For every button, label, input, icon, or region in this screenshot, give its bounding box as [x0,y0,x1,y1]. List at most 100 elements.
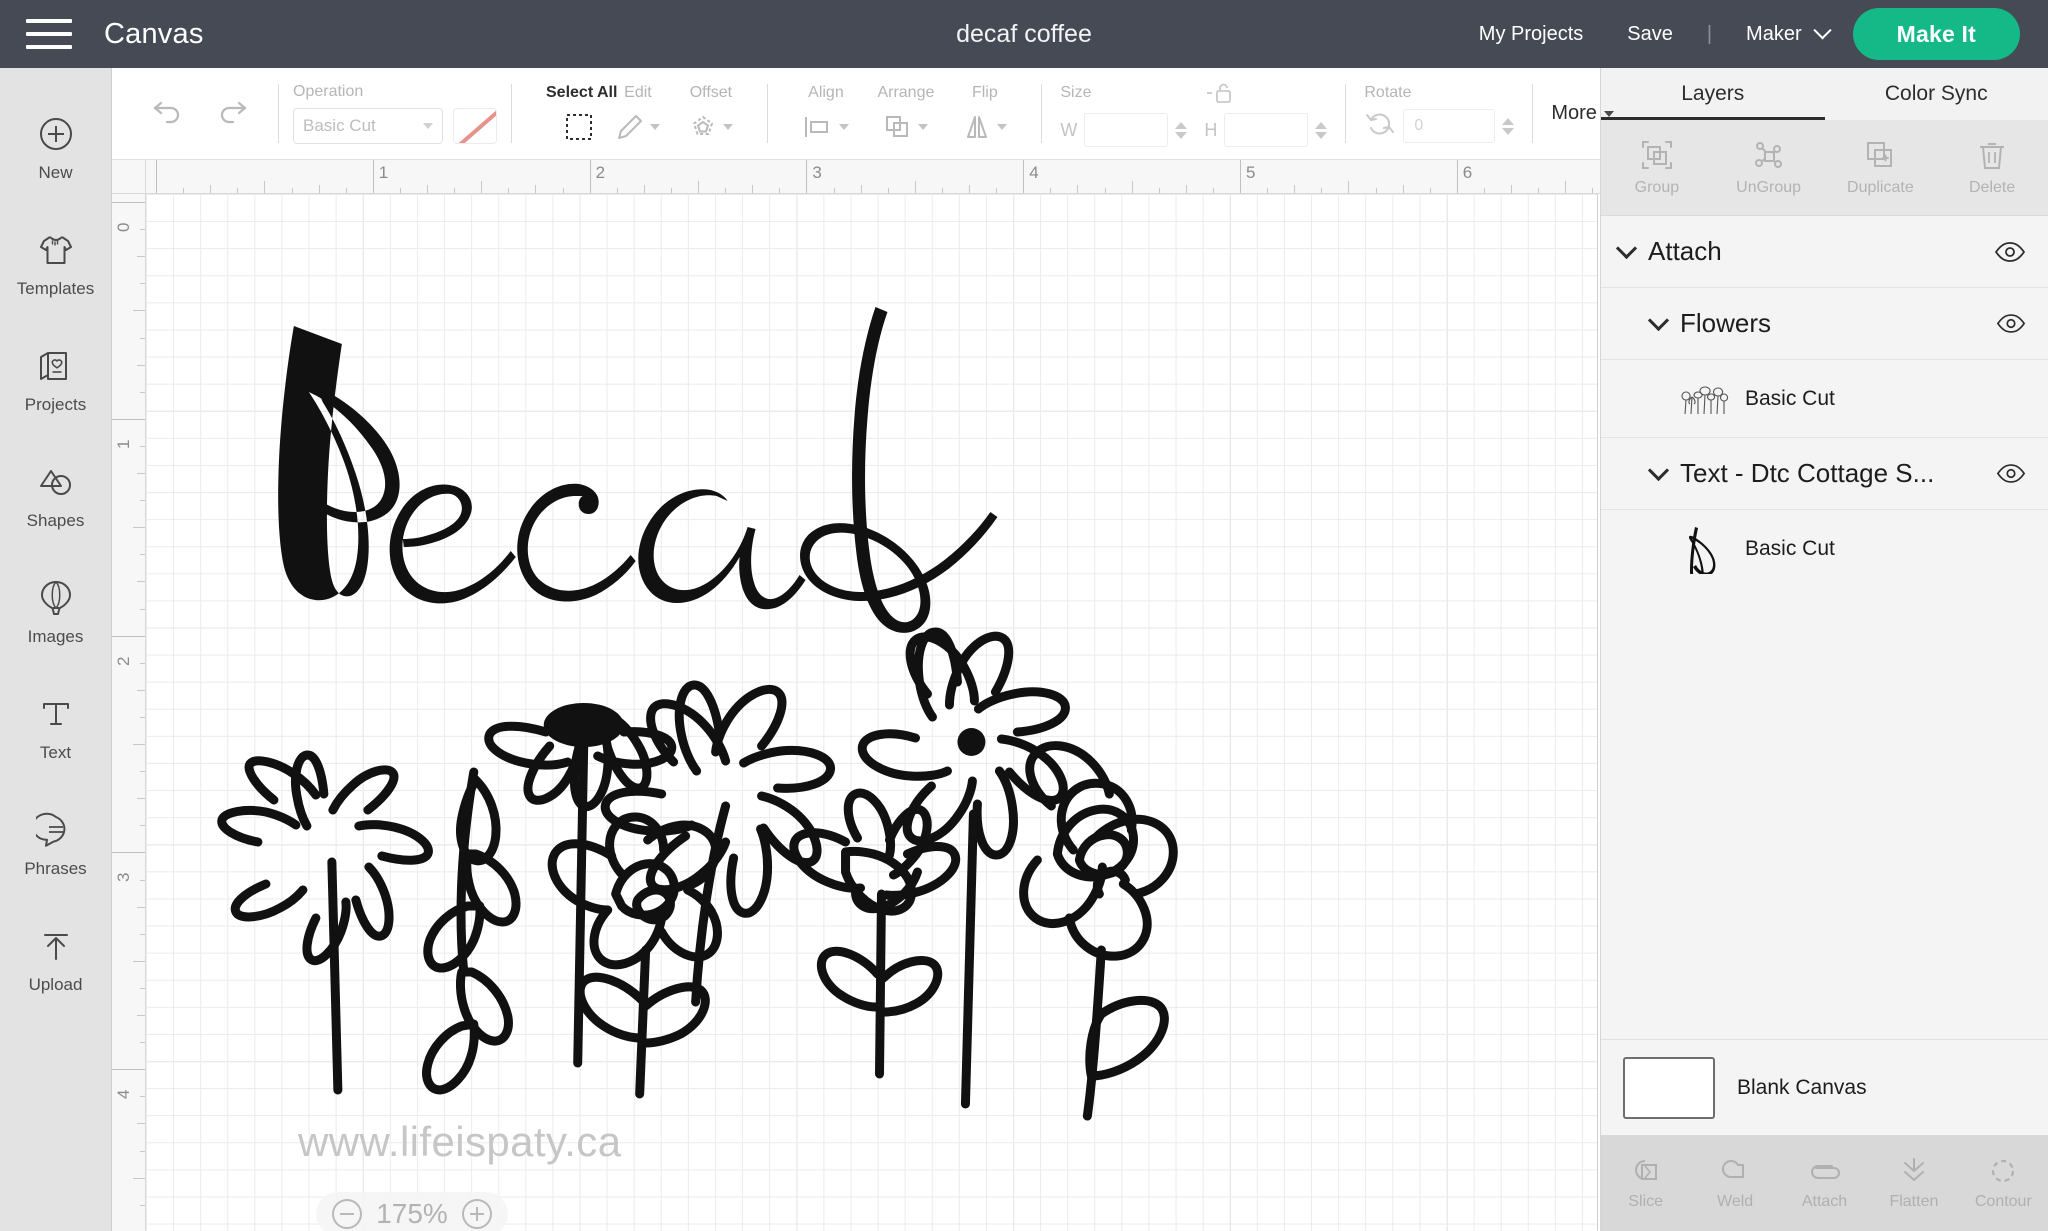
horizontal-ruler[interactable]: 1 2 3 4 5 6 [146,160,1600,194]
ruler-label: 2 [114,656,133,666]
canvas-grid-area[interactable]: www.lifeispaty.ca 175% [146,194,1600,1231]
canvas-design[interactable] [146,194,1597,1231]
layer-name: Attach [1648,236,1722,266]
ruler-minor-tick [137,1015,145,1016]
rotate-icon[interactable] [1364,109,1396,144]
contour-label: Contour [1974,1193,2032,1210]
height-input[interactable] [1224,113,1309,147]
ruler-minor-tick [833,188,835,193]
plus-circle-icon[interactable] [462,1199,492,1229]
machine-name: Maker [1746,22,1802,45]
contour-button[interactable]: Contour [1959,1135,2048,1231]
undo-icon[interactable] [152,96,186,131]
edit-button[interactable]: Edit [601,68,674,159]
redo-icon[interactable] [214,96,248,131]
ruler-label: 0 [114,222,133,232]
ruler-minor-tick [137,256,145,258]
eye-icon[interactable] [1994,241,2026,263]
sidebar-item-phrases[interactable]: Phrases [0,786,112,902]
sidebar-item-upload[interactable]: Upload [0,902,112,1018]
width-input[interactable] [1084,113,1169,147]
blank-canvas-row[interactable]: Blank Canvas [1601,1039,2048,1135]
chevron-down-icon [839,123,850,130]
canvas-color-swatch[interactable] [1623,1056,1715,1119]
eye-icon[interactable] [1996,313,2026,334]
canvas-region: 123456 01234 www.lifeispaty.ca 175% [112,160,1600,1231]
weld-button[interactable]: Weld [1690,1135,1779,1231]
save-button[interactable]: Save [1605,23,1695,46]
ruler-minor-tick [698,181,699,193]
layer-row-text[interactable]: Text - Dtc Cottage S... [1601,438,2048,510]
sidebar-item-new[interactable]: New [0,90,112,206]
tab-color-sync[interactable]: Color Sync [1825,68,2048,120]
toolbar-divider [1041,84,1043,143]
chevron-down-icon [918,123,929,130]
my-projects-link[interactable]: My Projects [1457,23,1605,46]
ungroup-button[interactable]: UnGroup [1713,120,1825,215]
layer-row-text-basic-cut[interactable]: Basic Cut [1601,510,2048,588]
chevron-down-icon [650,123,661,130]
ruler-minor-tick [140,1042,145,1044]
no-color-swatch[interactable] [453,108,497,144]
canvas-mat[interactable]: www.lifeispaty.ca 175% [146,194,1598,1231]
flower-poppy [857,627,1070,1109]
align-button[interactable]: Align [788,68,863,159]
width-stepper[interactable] [1175,121,1188,139]
ruler-minor-tick [1267,188,1269,193]
offset-icon [688,109,734,145]
script-d-thumb [1679,523,1731,575]
hamburger-icon[interactable] [26,19,72,49]
sidebar-item-text[interactable]: Text [0,670,112,786]
rotate-stepper[interactable] [1502,117,1515,135]
ruler-minor-tick [345,188,347,193]
more-button[interactable]: More [1537,68,1636,159]
ruler-minor-tick [133,960,145,962]
sidebar-item-templates[interactable]: Templates [0,206,112,322]
sidebar-item-images[interactable]: Images [0,554,112,670]
arrange-button[interactable]: Arrange [863,68,948,159]
ungroup-label: UnGroup [1736,179,1802,196]
chevron-down-icon[interactable] [1615,237,1638,260]
app-body: New Templates Projects Shapes Images Tex… [0,68,2048,1231]
layer-row-flowers-basic-cut[interactable]: Basic Cut [1601,360,2048,438]
rotate-input[interactable]: 0 [1403,109,1496,143]
ruler-minor-tick [1131,181,1133,193]
ruler-major-tick [112,202,145,203]
minus-circle-icon[interactable] [332,1199,362,1229]
width-label: W [1060,119,1078,140]
offset-button[interactable]: Offset [674,68,747,159]
flip-button[interactable]: Flip [948,68,1021,159]
paperclip-icon [1810,1165,1840,1179]
ruler-minor-tick [137,581,145,583]
layer-row-flowers[interactable]: Flowers [1601,288,2048,360]
operation-value: Basic Cut [303,116,376,135]
vertical-ruler[interactable]: 0 1 2 3 4 [112,194,146,1231]
sidebar-label-upload: Upload [28,975,83,994]
slice-button[interactable]: Slice [1601,1135,1690,1231]
chevron-down-icon [423,123,433,129]
operation-select[interactable]: Basic Cut [293,108,443,144]
attach-button[interactable]: Attach [1780,1135,1869,1231]
duplicate-button[interactable]: Duplicate [1825,120,1937,215]
ruler-minor-tick [860,185,862,193]
chevron-down-icon[interactable] [1647,459,1670,482]
chevron-down-icon[interactable] [1647,309,1670,332]
upload-arrow-icon [35,925,77,967]
make-it-button[interactable]: Make It [1852,8,2020,60]
ruler-minor-tick [1402,185,1404,193]
ruler-minor-tick [140,283,145,285]
sidebar-item-projects[interactable]: Projects [0,322,112,438]
eye-icon[interactable] [1996,463,2026,484]
ruler-minor-tick [137,906,145,908]
sidebar-item-shapes[interactable]: Shapes [0,438,112,554]
layer-row-attach[interactable]: Attach [1601,216,2048,288]
ruler-minor-tick [427,185,428,193]
delete-button[interactable]: Delete [1936,120,2048,215]
machine-selector[interactable]: Maker [1724,20,1853,46]
ruler-minor-tick [562,188,564,193]
flatten-button[interactable]: Flatten [1869,1135,1958,1231]
ruler-minor-tick [140,825,145,827]
duplicate-icon [1867,142,1893,167]
height-stepper[interactable] [1315,121,1328,139]
unlock-icon[interactable] [1205,80,1235,106]
